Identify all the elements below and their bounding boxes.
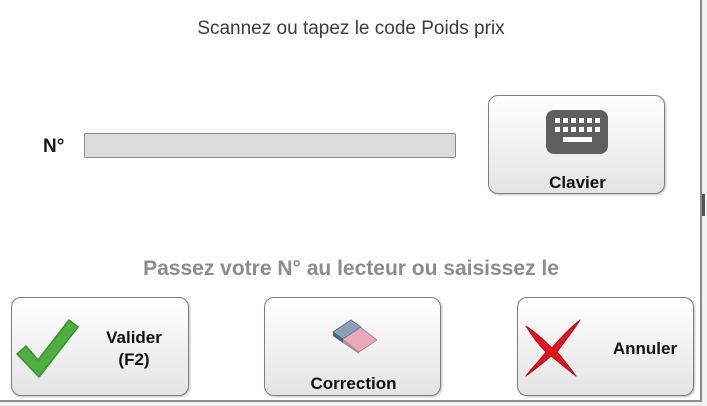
x-icon <box>525 319 581 377</box>
validate-label-line1: Valider <box>106 328 162 347</box>
cancel-button[interactable]: Annuler <box>517 297 694 396</box>
dialog-title: Scannez ou tapez le code Poids prix <box>197 18 505 39</box>
correction-button[interactable]: Correction <box>264 297 441 396</box>
validate-label-line2: (F2) <box>118 350 150 369</box>
background-scrollbar <box>702 194 705 216</box>
weight-price-code-dialog: Scannez ou tapez le code Poids prix N° C… <box>0 0 702 402</box>
eraser-icon <box>332 319 378 354</box>
validate-button[interactable]: Valider (F2) <box>11 297 189 396</box>
number-label: N° <box>43 136 65 157</box>
keyboard-icon <box>546 110 608 154</box>
correction-button-label: Correction <box>310 374 397 393</box>
check-icon <box>16 319 79 378</box>
validate-button-label: Valider (F2) <box>94 327 174 371</box>
instruction-hint: Passez votre N° au lecteur ou saisissez … <box>143 257 559 280</box>
cancel-button-label: Annuler <box>612 339 678 358</box>
keyboard-button-label: Clavier <box>549 173 606 192</box>
code-number-input[interactable] <box>84 133 456 158</box>
keyboard-button[interactable]: Clavier <box>488 95 665 194</box>
